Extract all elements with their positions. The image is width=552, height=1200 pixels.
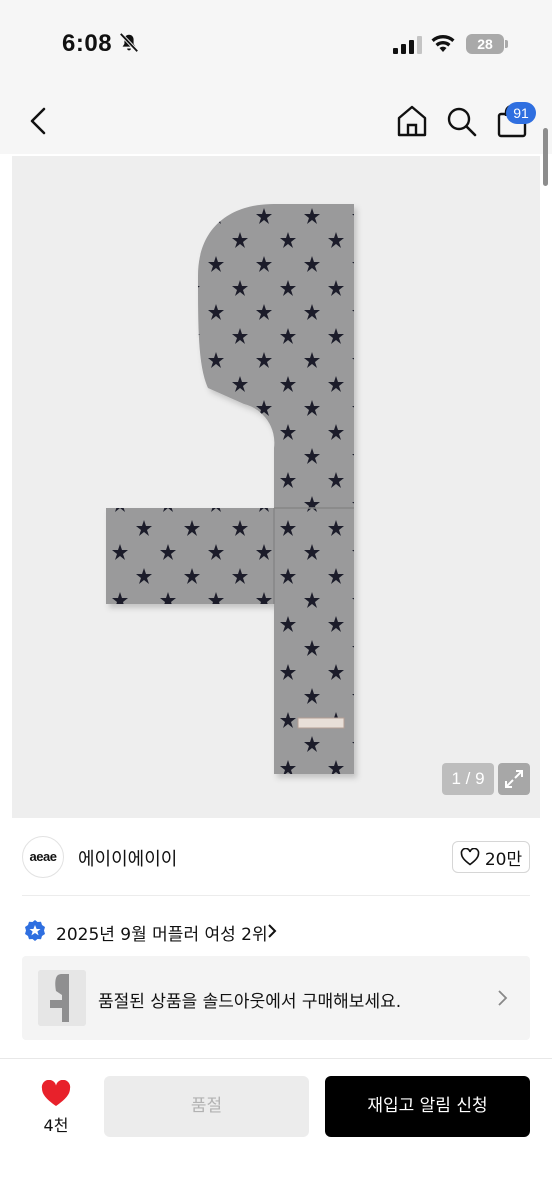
brand-like-count: 20만	[484, 849, 523, 870]
bell-slash-icon	[119, 32, 139, 53]
signal-icon	[393, 36, 422, 54]
product-image[interactable]	[12, 156, 540, 818]
scrollbar[interactable]	[543, 128, 548, 186]
cart-count-badge: 91	[506, 102, 536, 124]
heart-outline-icon	[460, 848, 480, 866]
chevron-right-icon[interactable]	[266, 924, 278, 938]
battery-icon: 28	[466, 34, 504, 54]
banner-thumbnail	[38, 970, 86, 1026]
divider	[22, 895, 530, 896]
brand-like-button[interactable]: 20만	[452, 841, 530, 873]
soldout-button: 품절	[104, 1076, 309, 1137]
wifi-icon	[431, 35, 455, 52]
chevron-right-icon	[498, 990, 508, 1006]
status-time: 6:08	[62, 30, 113, 57]
home-icon[interactable]	[396, 104, 428, 138]
brand-logo[interactable]: aeae	[22, 836, 64, 878]
image-counter: 1 / 9	[442, 763, 494, 795]
brand-name[interactable]: 에이이에이이	[78, 845, 177, 871]
battery-tip	[505, 40, 508, 48]
restock-alert-button[interactable]: 재입고 알림 신청	[325, 1076, 530, 1137]
wish-count: 4천	[43, 1116, 69, 1135]
soldout-banner-text: 품절된 상품을 솔드아웃에서 구매해보세요.	[98, 992, 402, 1012]
heart-filled-icon	[41, 1080, 71, 1106]
search-icon[interactable]	[446, 104, 478, 138]
expand-icon[interactable]	[498, 763, 530, 795]
chevron-left-icon[interactable]	[24, 106, 54, 136]
ranking-link[interactable]: 2025년 9월 머플러 여성 2위	[56, 920, 268, 945]
product-photo	[12, 156, 540, 818]
wish-button[interactable]: 4천	[28, 1074, 84, 1138]
rank-badge-icon	[25, 920, 45, 941]
